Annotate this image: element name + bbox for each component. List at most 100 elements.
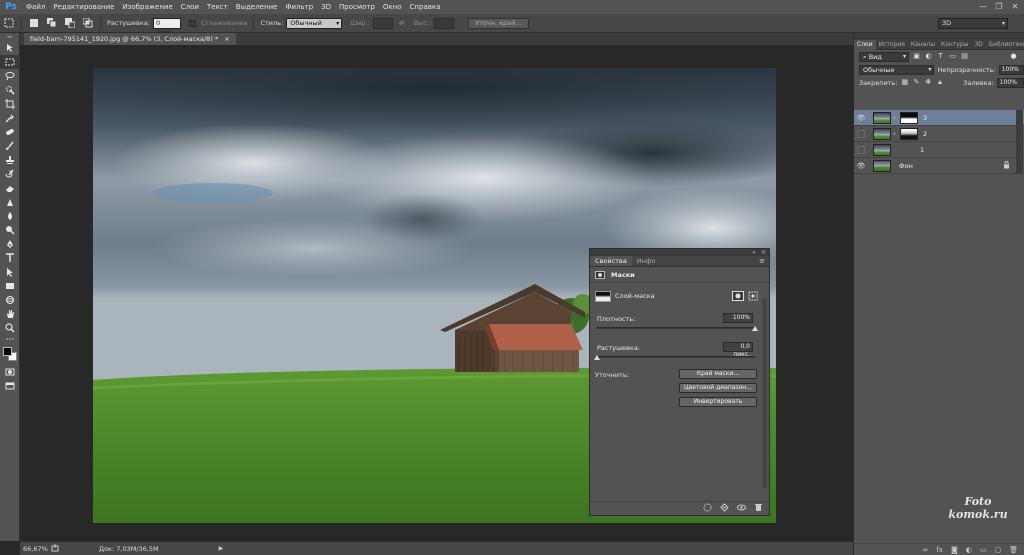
vector-mask-icon[interactable]: [748, 291, 758, 301]
link-chain-icon[interactable]: ∞: [892, 115, 897, 121]
link-layers-icon[interactable]: ∞: [923, 546, 929, 554]
tab-layers[interactable]: Слои: [854, 39, 876, 50]
intersect-selection-icon[interactable]: [82, 17, 94, 29]
panel-menu-icon[interactable]: ≡: [759, 256, 769, 266]
document-tab[interactable]: field-barn-795141_1920.jpg @ 66,7% (3, С…: [24, 33, 236, 45]
collapse-icon[interactable]: «: [752, 249, 756, 256]
rectangle-tool-icon[interactable]: [0, 279, 20, 293]
menu-view[interactable]: Просмотр: [335, 0, 379, 14]
filter-type-icon[interactable]: T: [936, 52, 945, 61]
lock-all-icon[interactable]: 🔒︎: [936, 78, 945, 87]
density-slider-track[interactable]: [597, 327, 755, 329]
move-tool-icon[interactable]: [0, 41, 20, 55]
add-mask-icon[interactable]: ◙: [951, 546, 958, 554]
mask-edge-button[interactable]: Край маски...: [679, 369, 757, 379]
layer-row[interactable]: 1: [854, 142, 1024, 158]
new-selection-icon[interactable]: [28, 17, 40, 29]
menu-layers[interactable]: Слои: [177, 0, 203, 14]
blur-tool-icon[interactable]: [0, 209, 20, 223]
quick-mask-icon[interactable]: [0, 365, 20, 379]
screen-mode-icon[interactable]: [0, 379, 20, 393]
subtract-selection-icon[interactable]: [64, 17, 76, 29]
zoom-level[interactable]: 66,67%: [23, 544, 49, 554]
tab-history[interactable]: История: [876, 40, 908, 50]
feather-slider-track[interactable]: [597, 356, 755, 358]
eyedropper-tool-icon[interactable]: [0, 111, 20, 125]
lock-pixels-icon[interactable]: ✎: [912, 78, 921, 87]
properties-panel-header[interactable]: « ×: [590, 249, 769, 256]
visibility-eye-icon[interactable]: 👁︎: [854, 110, 868, 126]
path-selection-tool-icon[interactable]: [0, 265, 20, 279]
restore-button[interactable]: ❐: [994, 2, 1004, 12]
fill-input[interactable]: 100%: [996, 77, 1024, 88]
lock-transparency-icon[interactable]: ▦: [900, 78, 909, 87]
zoom-tool-icon[interactable]: [0, 321, 20, 335]
new-group-icon[interactable]: ▭: [980, 546, 987, 554]
layer-row[interactable]: 👁︎ ∞ 3: [854, 110, 1024, 126]
document-tab-close-icon[interactable]: ×: [224, 35, 229, 43]
density-input[interactable]: 100%: [723, 313, 753, 323]
3d-tool-icon[interactable]: [0, 293, 20, 307]
adjustment-layer-icon[interactable]: ◐: [966, 546, 972, 554]
toggle-mask-icon[interactable]: [737, 503, 746, 514]
visibility-eye-icon[interactable]: [854, 126, 868, 142]
feather-input[interactable]: 0,0 пикс.: [723, 342, 753, 358]
delete-layer-icon[interactable]: 🗑︎: [1009, 546, 1018, 554]
lasso-tool-icon[interactable]: [0, 69, 20, 83]
workspace-select[interactable]: 3D: [938, 18, 1008, 29]
tab-paths[interactable]: Контуры: [938, 40, 971, 50]
link-chain-icon[interactable]: ∞: [892, 131, 897, 137]
invert-button[interactable]: Инвертировать: [679, 397, 757, 407]
density-slider-thumb[interactable]: [752, 326, 758, 331]
pen-tool-icon[interactable]: [0, 237, 20, 251]
visibility-eye-icon[interactable]: 👁︎: [854, 158, 868, 174]
hand-tool-icon[interactable]: [0, 307, 20, 321]
opacity-input[interactable]: 100%: [998, 64, 1024, 75]
color-range-button[interactable]: Цветовой диапазон...: [679, 383, 757, 393]
load-selection-icon[interactable]: [703, 503, 712, 514]
dodge-tool-icon[interactable]: [0, 223, 20, 237]
layer-filter-select[interactable]: ⌕ Вид: [859, 51, 909, 62]
menu-select[interactable]: Выделение: [232, 0, 282, 14]
foreground-color-swatch[interactable]: [3, 347, 12, 356]
tab-info[interactable]: Инфо: [632, 256, 661, 266]
rectangular-marquee-tool-icon[interactable]: [0, 55, 20, 69]
layer-mask-thumbnail[interactable]: [900, 127, 918, 140]
menu-type[interactable]: Текст: [203, 0, 232, 14]
layers-scrollbar[interactable]: [1016, 110, 1023, 174]
delete-mask-icon[interactable]: [754, 503, 763, 514]
status-export-icon[interactable]: [51, 543, 59, 554]
filter-adjustment-icon[interactable]: ◐: [924, 52, 933, 61]
tab-properties[interactable]: Свойства: [590, 256, 632, 266]
width-input[interactable]: [372, 17, 393, 29]
menu-window[interactable]: Окно: [379, 0, 406, 14]
menu-file[interactable]: Файл: [22, 0, 49, 14]
toolbar-grip[interactable]: ▸▸: [0, 33, 20, 41]
filter-shape-icon[interactable]: ▭: [948, 52, 957, 61]
menu-help[interactable]: Справка: [406, 0, 445, 14]
status-arrow-icon[interactable]: ▶: [219, 545, 224, 552]
antialias-checkbox[interactable]: [189, 19, 196, 27]
layer-row[interactable]: 👁︎ Фон: [854, 158, 1024, 174]
tab-3d[interactable]: 3D: [971, 40, 985, 50]
close-button[interactable]: ✕: [1010, 2, 1020, 12]
properties-scrollbar[interactable]: [762, 298, 767, 488]
swap-dimensions-icon[interactable]: ⇄: [396, 17, 408, 29]
feather-input[interactable]: 0 пикс.: [153, 17, 181, 36]
apply-mask-icon[interactable]: [720, 503, 729, 514]
history-brush-tool-icon[interactable]: [0, 167, 20, 181]
minimize-button[interactable]: —: [978, 2, 988, 12]
crop-tool-icon[interactable]: [0, 97, 20, 111]
brush-tool-icon[interactable]: [0, 139, 20, 153]
refine-edge-button[interactable]: Уточн. край...: [468, 17, 529, 29]
filter-toggle-icon[interactable]: ●: [1009, 52, 1018, 61]
menu-3d[interactable]: 3D: [317, 0, 335, 14]
type-tool-icon[interactable]: [0, 251, 20, 265]
quick-selection-tool-icon[interactable]: [0, 83, 20, 97]
tab-channels[interactable]: Каналы: [908, 40, 938, 50]
gradient-tool-icon[interactable]: [0, 195, 20, 209]
feather-slider-thumb[interactable]: [594, 355, 600, 360]
tab-libraries[interactable]: Библиотеки: [986, 40, 1024, 50]
menu-edit[interactable]: Редактирование: [49, 0, 118, 14]
blend-mode-select[interactable]: Обычные: [859, 64, 935, 75]
